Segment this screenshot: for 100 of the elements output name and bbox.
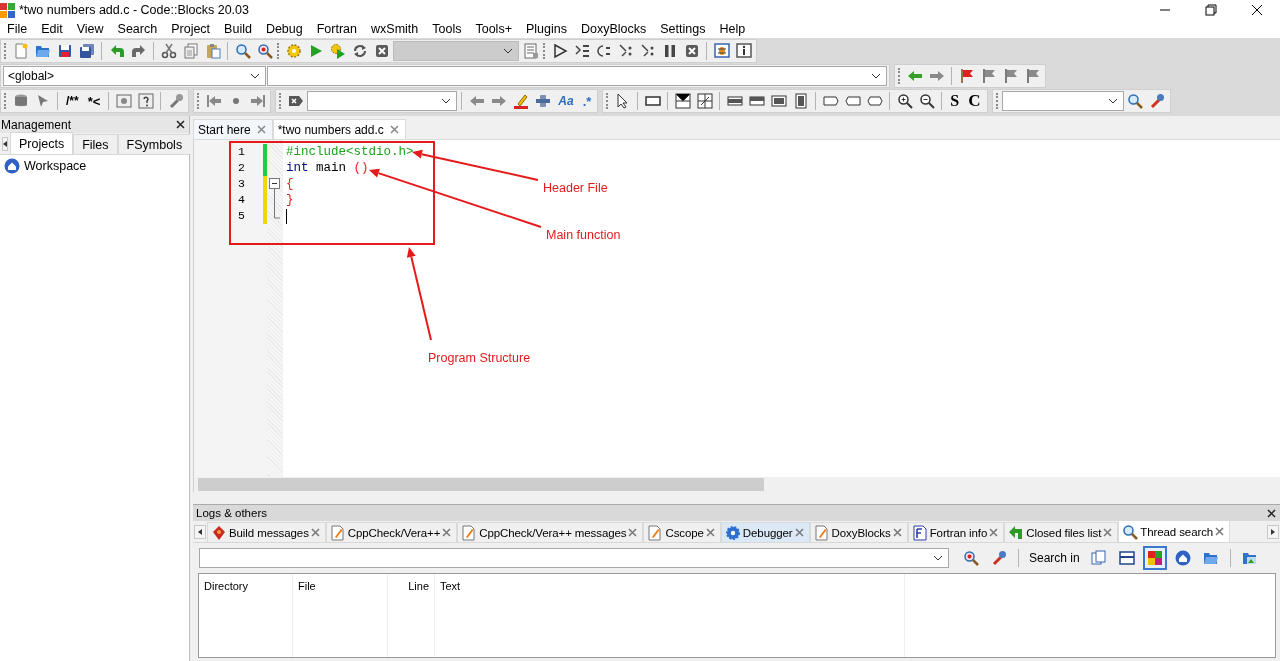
editor-tab[interactable]: Start here [193, 119, 273, 139]
menu-item[interactable]: Edit [34, 20, 70, 38]
zoom-out-icon[interactable] [918, 93, 935, 109]
copy-icon[interactable] [182, 43, 199, 59]
menu-item[interactable]: Search [110, 20, 165, 38]
search-icon[interactable] [234, 43, 251, 59]
save-all-icon[interactable] [78, 43, 95, 59]
step-icon[interactable] [573, 43, 590, 59]
folder-icon[interactable] [34, 43, 51, 59]
document-icon[interactable] [522, 43, 539, 59]
magnifier-icon[interactable] [256, 43, 273, 59]
menu-item[interactable]: Plugins [518, 20, 574, 38]
log-tab[interactable]: Cscope [643, 522, 721, 542]
close-icon[interactable] [1251, 4, 1263, 16]
scrollbar-thumb[interactable] [198, 478, 764, 491]
flag-icon[interactable] [1024, 68, 1041, 84]
clear-icon[interactable] [287, 93, 304, 109]
column-header[interactable]: Line [408, 580, 429, 592]
log-tab[interactable]: Thread search [1118, 521, 1231, 542]
gear-icon[interactable] [285, 43, 302, 59]
panel-icon[interactable] [748, 93, 765, 109]
house-icon[interactable] [4, 158, 20, 174]
panel-icon[interactable] [726, 93, 743, 109]
scroll-left-icon[interactable] [198, 529, 202, 535]
cycle-icon[interactable] [351, 43, 368, 59]
dropdown-field[interactable] [267, 66, 887, 86]
flag-icon[interactable] [980, 68, 997, 84]
gear-play-icon[interactable] [329, 43, 346, 59]
search-icon[interactable] [1127, 93, 1144, 109]
toolbar-button[interactable]: *< [83, 90, 105, 112]
highlighter-icon[interactable] [512, 93, 529, 109]
frame-icon[interactable] [115, 93, 132, 109]
column-header[interactable]: Text [440, 580, 461, 592]
step-icon[interactable] [617, 43, 634, 59]
scroll-right-icon[interactable] [1271, 529, 1275, 535]
bug-window-icon[interactable] [713, 43, 730, 59]
toolbar-button[interactable]: C [964, 90, 985, 112]
log-tab[interactable]: CppCheck/Vera++ [325, 522, 458, 542]
database-icon[interactable] [12, 93, 29, 109]
dropdown-field[interactable]: <global> [3, 66, 266, 86]
stop-icon[interactable] [683, 43, 700, 59]
tag-icon[interactable] [844, 93, 861, 109]
log-tab[interactable]: Debugger [720, 522, 810, 542]
dropdown-field[interactable] [199, 548, 949, 568]
restore-icon[interactable] [1205, 4, 1217, 16]
paste-icon[interactable] [204, 43, 221, 59]
dropdown-field[interactable] [1001, 91, 1124, 111]
menu-item[interactable]: Debug [258, 20, 310, 38]
help-icon[interactable] [137, 93, 154, 109]
flag-icon[interactable] [1002, 68, 1019, 84]
pipe-icon[interactable] [534, 93, 551, 109]
log-tab[interactable]: Fortran info [907, 522, 1005, 542]
tag-icon[interactable] [866, 93, 883, 109]
menu-item[interactable]: Settings [653, 20, 713, 38]
log-tab[interactable]: CppCheck/Vera++ messages [457, 522, 644, 542]
info-window-icon[interactable] [735, 43, 752, 59]
wrench-icon[interactable] [167, 93, 184, 109]
panel-tab[interactable]: Projects [10, 132, 74, 154]
log-tab[interactable]: Closed files list [1004, 522, 1119, 542]
menu-item[interactable]: DoxyBlocks [573, 20, 654, 38]
zoom-in-icon[interactable] [896, 93, 913, 109]
close-icon[interactable] [1267, 508, 1276, 518]
back-icon[interactable] [906, 68, 923, 84]
panel-icon[interactable] [792, 93, 809, 109]
split-box-icon[interactable] [674, 93, 691, 109]
back-icon[interactable] [468, 93, 485, 109]
rectangle-icon[interactable] [644, 93, 661, 109]
seek-left-icon[interactable] [205, 93, 222, 109]
menu-item[interactable]: Help [712, 20, 753, 38]
tag-icon[interactable] [822, 93, 839, 109]
tree-item[interactable]: Workspace [24, 159, 87, 173]
step-icon[interactable] [595, 43, 612, 59]
dropdown-field[interactable] [393, 41, 519, 61]
editor-tab[interactable]: *two numbers add.c [272, 119, 406, 139]
menu-item[interactable]: Fortran [309, 20, 365, 38]
step-icon[interactable] [639, 43, 656, 59]
scissors-icon[interactable] [160, 43, 177, 59]
seek-right-icon[interactable] [249, 93, 266, 109]
menu-item[interactable]: Tools [425, 20, 469, 38]
toolbar-button[interactable]: /** [62, 90, 83, 112]
column-header[interactable]: File [298, 580, 316, 592]
menu-item[interactable]: File [0, 20, 35, 38]
flag-icon[interactable] [958, 68, 975, 84]
panel-tab[interactable]: Files [73, 134, 118, 154]
play-icon[interactable] [551, 43, 568, 59]
colour-blocks-button[interactable] [1142, 546, 1167, 570]
menu-item[interactable]: View [69, 20, 111, 38]
panel-icon[interactable] [770, 93, 787, 109]
dropdown-field[interactable] [307, 91, 458, 111]
toolbar-button[interactable]: S [946, 90, 964, 112]
toolbar-button[interactable]: .* [578, 90, 596, 112]
menu-item[interactable]: Tools+ [468, 20, 519, 38]
column-header[interactable]: Directory [204, 580, 248, 592]
toolbar-button[interactable]: Aa [554, 90, 578, 112]
panel-tab[interactable]: FSymbols [117, 134, 192, 154]
close-icon[interactable] [176, 120, 185, 129]
fold-minus-icon[interactable] [269, 176, 280, 192]
redo-icon[interactable] [130, 43, 147, 59]
wrench-icon[interactable] [1149, 93, 1166, 109]
grid-box-icon[interactable] [696, 93, 713, 109]
